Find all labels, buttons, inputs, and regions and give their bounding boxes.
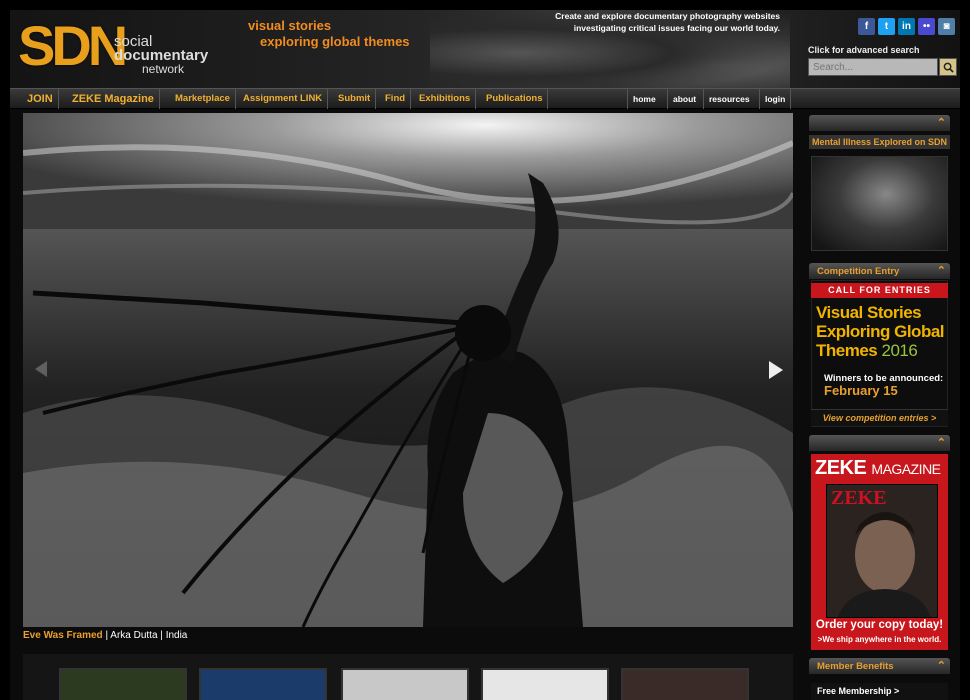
logo-network-text: network bbox=[142, 62, 185, 76]
thumbnail-1[interactable] bbox=[59, 668, 187, 700]
search-icon bbox=[943, 62, 954, 73]
mental-illness-header[interactable]: ⌃ bbox=[809, 115, 950, 131]
zeke-order-text: Order your copy today! bbox=[815, 619, 944, 631]
free-membership-link[interactable]: Free Membership > bbox=[811, 683, 948, 700]
caption-separator: | bbox=[157, 630, 166, 641]
description-line2: investigating critical issues facing our… bbox=[573, 23, 780, 33]
member-benefits-label: Member Benefits bbox=[817, 661, 894, 672]
search-button[interactable] bbox=[939, 58, 957, 76]
zeke-header[interactable]: ⌃ bbox=[809, 435, 950, 451]
mental-illness-link[interactable]: Mental Illness Explored on SDN bbox=[809, 135, 950, 149]
header-description: Create and explore documentary photograp… bbox=[540, 10, 780, 34]
mental-illness-image[interactable] bbox=[811, 156, 948, 251]
search-input[interactable] bbox=[808, 58, 938, 76]
nav-find[interactable]: Find bbox=[380, 89, 412, 109]
logo-sdn-text: SDN bbox=[18, 14, 128, 77]
nav-join[interactable]: JOIN bbox=[22, 89, 59, 109]
chevron-left-icon bbox=[35, 361, 47, 377]
competition-date: February 15 bbox=[824, 383, 898, 398]
chevron-right-icon bbox=[769, 361, 783, 379]
site-header: SDN social documentary network visual st… bbox=[10, 10, 960, 88]
competition-header-label: Competition Entry bbox=[817, 266, 900, 277]
nav-exhibitions[interactable]: Exhibitions bbox=[414, 89, 477, 109]
member-benefits-header[interactable]: Member Benefits ⌃ bbox=[809, 658, 950, 674]
collapse-icon: ⌃ bbox=[936, 437, 946, 449]
tagline-line2: exploring global themes bbox=[260, 34, 410, 49]
nav-publications[interactable]: Publications bbox=[481, 89, 549, 109]
collapse-icon: ⌃ bbox=[936, 660, 946, 672]
prev-slide-arrow[interactable] bbox=[33, 359, 49, 384]
nav-resources[interactable]: resources bbox=[703, 89, 755, 109]
competition-header[interactable]: Competition Entry ⌃ bbox=[809, 263, 950, 279]
thumbnail-2[interactable] bbox=[199, 668, 327, 700]
thumbnail-3[interactable] bbox=[341, 668, 469, 700]
social-icons: f t in •• ◙ bbox=[858, 18, 955, 35]
nav-marketplace[interactable]: Marketplace bbox=[170, 89, 236, 109]
nav-login[interactable]: login bbox=[759, 89, 792, 109]
zeke-magazine-ad[interactable]: ZEKE MAGAZINE ZEKE Order your copy today… bbox=[811, 454, 948, 650]
view-competition-entries-link[interactable]: View competition entries > bbox=[811, 409, 948, 426]
linkedin-icon[interactable]: in bbox=[898, 18, 915, 35]
nav-home[interactable]: home bbox=[627, 89, 661, 109]
flickr-icon[interactable]: •• bbox=[918, 18, 935, 35]
twitter-icon[interactable]: t bbox=[878, 18, 895, 35]
thumbnail-5[interactable] bbox=[621, 668, 749, 700]
nav-assignment-link[interactable]: Assignment LINK bbox=[238, 89, 329, 109]
competition-year: 2016 bbox=[881, 341, 918, 360]
featured-photo-art bbox=[23, 113, 793, 627]
photo-caption: Eve Was Framed | Arka Dutta | India bbox=[23, 630, 187, 641]
thumbnail-4[interactable] bbox=[481, 668, 609, 700]
caption-author[interactable]: Arka Dutta bbox=[110, 630, 157, 641]
site-logo[interactable]: SDN social documentary network bbox=[18, 14, 208, 84]
thumbnail-strip bbox=[23, 654, 793, 700]
competition-title: Visual Stories Exploring Global Themes 2… bbox=[816, 303, 946, 360]
logo-documentary-text: documentary bbox=[114, 47, 209, 64]
tagline: visual stories exploring global themes bbox=[248, 18, 410, 50]
collapse-icon: ⌃ bbox=[936, 265, 946, 277]
collapse-icon: ⌃ bbox=[936, 117, 946, 129]
zeke-ad-magazine-text: MAGAZINE bbox=[871, 461, 941, 477]
description-line1: Create and explore documentary photograp… bbox=[555, 11, 780, 21]
page-frame: SDN social documentary network visual st… bbox=[10, 10, 960, 700]
main-nav: JOIN ZEKE Magazine Marketplace Assignmen… bbox=[10, 88, 960, 109]
call-for-entries-badge: CALL FOR ENTRIES bbox=[811, 283, 948, 298]
tagline-line1: visual stories bbox=[248, 18, 332, 33]
zeke-cover-brand: ZEKE bbox=[831, 487, 887, 509]
nav-submit[interactable]: Submit bbox=[333, 89, 377, 109]
instagram-icon[interactable]: ◙ bbox=[938, 18, 955, 35]
zeke-cover-image: ZEKE bbox=[826, 484, 938, 618]
caption-title[interactable]: Eve Was Framed bbox=[23, 630, 103, 641]
advanced-search-link[interactable]: Click for advanced search bbox=[808, 45, 920, 55]
caption-country: India bbox=[165, 630, 188, 641]
next-slide-arrow[interactable] bbox=[767, 359, 785, 386]
competition-title-text: Visual Stories Exploring Global Themes bbox=[816, 303, 945, 360]
zeke-ship-text: >We ship anywhere in the world. bbox=[817, 635, 942, 644]
zeke-ad-title: ZEKE MAGAZINE bbox=[815, 457, 941, 480]
nav-zeke-magazine[interactable]: ZEKE Magazine bbox=[67, 89, 160, 109]
facebook-icon[interactable]: f bbox=[858, 18, 875, 35]
featured-photo[interactable] bbox=[23, 113, 793, 627]
zeke-ad-title-text: ZEKE bbox=[815, 457, 867, 479]
nav-about[interactable]: about bbox=[667, 89, 701, 109]
